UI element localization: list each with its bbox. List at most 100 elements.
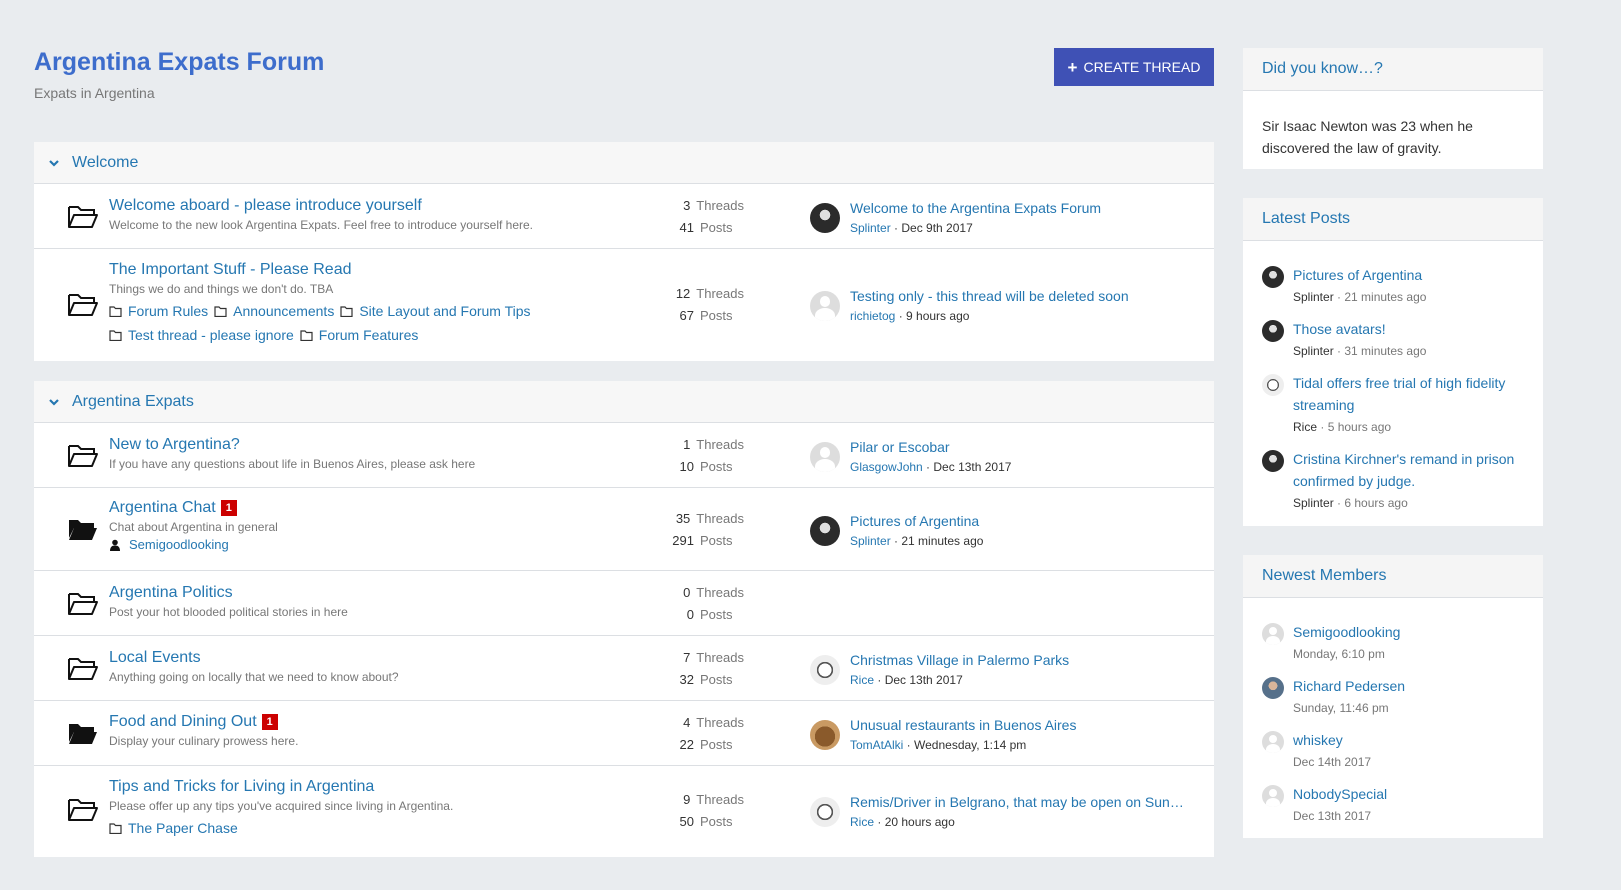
posts-label: Posts xyxy=(700,606,733,622)
did-you-know-block: Did you know…? Sir Isaac Newton was 23 w… xyxy=(1243,48,1543,169)
avatar[interactable] xyxy=(810,654,840,685)
did-you-know-text: Sir Isaac Newton was 23 when he discover… xyxy=(1262,118,1473,156)
threads-count: 4 xyxy=(683,714,691,730)
threads-count: 1 xyxy=(683,436,691,452)
last-post-title[interactable]: Welcome to the Argentina Expats Forum xyxy=(850,200,1190,216)
posts-label: Posts xyxy=(700,671,733,687)
node-title-link[interactable]: Welcome aboard - please introduce yourse… xyxy=(109,197,422,215)
last-post-user[interactable]: Rice xyxy=(850,815,874,829)
threads-label: Threads xyxy=(696,584,744,600)
last-post-title[interactable]: Pilar or Escobar xyxy=(850,439,1190,455)
avatar[interactable] xyxy=(1262,785,1284,807)
latest-post-user[interactable]: Splinter xyxy=(1293,290,1334,304)
block-title[interactable]: Newest Members xyxy=(1243,555,1543,598)
folder-icon xyxy=(214,306,227,317)
node-title-link[interactable]: Tips and Tricks for Living in Argentina xyxy=(109,778,374,796)
avatar[interactable] xyxy=(1262,623,1284,645)
last-post-user[interactable]: Rice xyxy=(850,673,874,687)
threads-label: Threads xyxy=(696,649,744,665)
subforum-link[interactable]: Site Layout and Forum Tips xyxy=(340,300,531,323)
latest-post-title[interactable]: Cristina Kirchner's remand in prison con… xyxy=(1293,448,1524,492)
avatar[interactable] xyxy=(810,796,840,827)
subforum-link[interactable]: Test thread - please ignore xyxy=(109,324,294,347)
block-title: Did you know…? xyxy=(1243,48,1543,91)
latest-post-title[interactable]: Pictures of Argentina xyxy=(1293,264,1426,286)
avatar[interactable] xyxy=(810,515,840,546)
avatar[interactable] xyxy=(810,202,840,233)
avatar[interactable] xyxy=(810,290,840,321)
threads-count: 3 xyxy=(683,197,691,213)
node-title-link[interactable]: Local Events xyxy=(109,649,201,667)
last-post-title[interactable]: Christmas Village in Palermo Parks xyxy=(850,652,1190,668)
avatar[interactable] xyxy=(810,719,840,750)
member-name[interactable]: Semigoodlooking xyxy=(1293,621,1400,643)
posts-count: 41 xyxy=(679,219,694,235)
category-header[interactable]: Welcome xyxy=(34,142,1214,184)
last-post-date: Wednesday, 1:14 pm xyxy=(914,738,1027,752)
subforum-link[interactable]: Announcements xyxy=(214,300,334,323)
avatar[interactable] xyxy=(1262,677,1284,699)
last-post-title[interactable]: Unusual restaurants in Buenos Aires xyxy=(850,717,1190,733)
node-description: Post your hot blooded political stories … xyxy=(109,605,348,619)
subforum-link[interactable]: Forum Features xyxy=(300,324,418,347)
last-post-title[interactable]: Pictures of Argentina xyxy=(850,513,1190,529)
threads-count: 12 xyxy=(675,285,691,301)
posts-count: 291 xyxy=(672,532,694,548)
avatar[interactable] xyxy=(1262,266,1284,288)
chevron-down-icon[interactable] xyxy=(48,396,60,408)
subforum-link[interactable]: The Paper Chase xyxy=(109,817,238,840)
avatar[interactable] xyxy=(810,441,840,472)
chevron-down-icon[interactable] xyxy=(48,157,60,169)
last-post-user[interactable]: GlasgowJohn xyxy=(850,460,923,474)
folder-open-solid-icon xyxy=(67,720,99,746)
threads-count: 9 xyxy=(683,791,691,807)
subforum-list: The Paper Chase xyxy=(109,817,453,841)
node-important-stuff: The Important Stuff - Please Read Things… xyxy=(34,249,1214,360)
folder-icon xyxy=(300,330,313,341)
node-title-link[interactable]: Argentina Politics xyxy=(109,584,233,602)
avatar[interactable] xyxy=(1262,374,1284,396)
latest-post-user[interactable]: Splinter xyxy=(1293,496,1334,510)
node-new-to-argentina: New to Argentina? If you have any questi… xyxy=(34,423,1214,488)
member-name[interactable]: Richard Pedersen xyxy=(1293,675,1405,697)
node-title-link[interactable]: New to Argentina? xyxy=(109,436,240,454)
last-post-user[interactable]: Splinter xyxy=(850,221,891,235)
threads-count: 35 xyxy=(675,510,691,526)
avatar[interactable] xyxy=(1262,450,1284,472)
block-title[interactable]: Latest Posts xyxy=(1243,198,1543,241)
avatar[interactable] xyxy=(1262,731,1284,753)
last-post-user[interactable]: Splinter xyxy=(850,534,891,548)
threads-count: 0 xyxy=(683,584,691,600)
member-name[interactable]: whiskey xyxy=(1293,729,1371,751)
latest-post-title[interactable]: Tidal offers free trial of high fidelity… xyxy=(1293,372,1524,416)
member-name[interactable]: NobodySpecial xyxy=(1293,783,1387,805)
node-title-link[interactable]: The Important Stuff - Please Read xyxy=(109,261,352,279)
last-post-date: 20 hours ago xyxy=(884,815,955,829)
node-title-link[interactable]: Food and Dining Out xyxy=(109,713,257,731)
latest-post-time: 31 minutes ago xyxy=(1344,344,1427,358)
node-stats: 7 Threads 32 Posts xyxy=(654,646,744,690)
latest-post-user[interactable]: Splinter xyxy=(1293,344,1334,358)
latest-post-time: 21 minutes ago xyxy=(1344,290,1427,304)
threads-label: Threads xyxy=(696,510,744,526)
node-title-link[interactable]: Argentina Chat xyxy=(109,499,216,517)
viewer-link[interactable]: Semigoodlooking xyxy=(129,537,229,552)
node-welcome-aboard: Welcome aboard - please introduce yourse… xyxy=(34,184,1214,249)
last-post-user[interactable]: TomAtAlki xyxy=(850,738,903,752)
last-post-title[interactable]: Testing only - this thread will be delet… xyxy=(850,288,1190,304)
last-post-user[interactable]: richietog xyxy=(850,309,895,323)
node-tips-tricks: Tips and Tricks for Living in Argentina … xyxy=(34,766,1214,855)
create-thread-button[interactable]: + CREATE THREAD xyxy=(1054,48,1214,86)
posts-label: Posts xyxy=(700,307,733,323)
avatar[interactable] xyxy=(1262,320,1284,342)
subforum-link[interactable]: Forum Rules xyxy=(109,300,208,323)
last-post: Pictures of Argentina Splinter · 21 minu… xyxy=(810,513,1190,548)
latest-post-user[interactable]: Rice xyxy=(1293,420,1317,434)
folder-open-icon xyxy=(67,442,99,468)
category-argentina-expats: Argentina Expats New to Argentina? If yo… xyxy=(34,381,1214,857)
last-post-title[interactable]: Remis/Driver in Belgrano, that may be op… xyxy=(850,794,1190,810)
category-header[interactable]: Argentina Expats xyxy=(34,381,1214,423)
user-icon xyxy=(110,539,120,551)
latest-post-title[interactable]: Those avatars! xyxy=(1293,318,1426,340)
node-argentina-politics: Argentina Politics Post your hot blooded… xyxy=(34,571,1214,636)
